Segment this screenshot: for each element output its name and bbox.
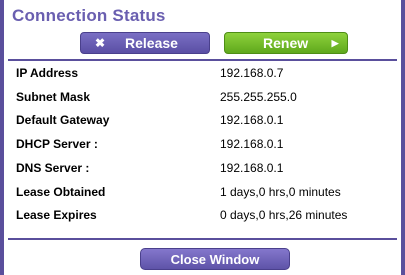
renew-button[interactable]: Renew ▶ bbox=[224, 32, 348, 54]
detail-value: 192.168.0.1 bbox=[220, 137, 284, 151]
detail-label: DNS Server : bbox=[16, 161, 90, 175]
detail-row-dhcp-server: DHCP Server : 192.168.0.1 bbox=[16, 135, 396, 153]
detail-row-dns-server: DNS Server : 192.168.0.1 bbox=[16, 159, 396, 177]
detail-label: Lease Expires bbox=[16, 208, 97, 222]
detail-value: 255.255.255.0 bbox=[220, 90, 297, 104]
renew-button-label: Renew bbox=[263, 35, 309, 51]
detail-label: Subnet Mask bbox=[16, 90, 91, 104]
detail-row-lease-expires: Lease Expires 0 days,0 hrs,26 minutes bbox=[16, 206, 396, 224]
detail-label: DHCP Server : bbox=[16, 137, 98, 151]
close-window-button[interactable]: Close Window bbox=[140, 248, 290, 270]
page-title: Connection Status bbox=[12, 6, 166, 25]
play-arrow-icon: ▶ bbox=[331, 37, 339, 48]
detail-label: Default Gateway bbox=[16, 113, 110, 127]
detail-value: 192.168.0.1 bbox=[220, 161, 284, 175]
detail-value: 192.168.0.1 bbox=[220, 113, 284, 127]
release-button-label: Release bbox=[125, 35, 178, 51]
detail-row-lease-obtained: Lease Obtained 1 days,0 hrs,0 minutes bbox=[16, 183, 396, 201]
detail-row-default-gateway: Default Gateway 192.168.0.1 bbox=[16, 111, 396, 129]
detail-value: 192.168.0.7 bbox=[220, 66, 284, 80]
release-button[interactable]: ✖ Release bbox=[80, 32, 210, 54]
footer-divider bbox=[8, 238, 397, 240]
detail-row-subnet-mask: Subnet Mask 255.255.255.0 bbox=[16, 88, 396, 106]
detail-label: IP Address bbox=[16, 66, 79, 80]
detail-value: 0 days,0 hrs,26 minutes bbox=[220, 208, 348, 222]
header-divider bbox=[8, 59, 397, 61]
detail-value: 1 days,0 hrs,0 minutes bbox=[220, 185, 341, 199]
connection-status-window: Connection Status ✖ Release Renew ▶ IP A… bbox=[0, 0, 405, 275]
detail-row-ip-address: IP Address 192.168.0.7 bbox=[16, 64, 396, 82]
detail-label: Lease Obtained bbox=[16, 185, 106, 199]
close-icon: ✖ bbox=[94, 36, 106, 50]
